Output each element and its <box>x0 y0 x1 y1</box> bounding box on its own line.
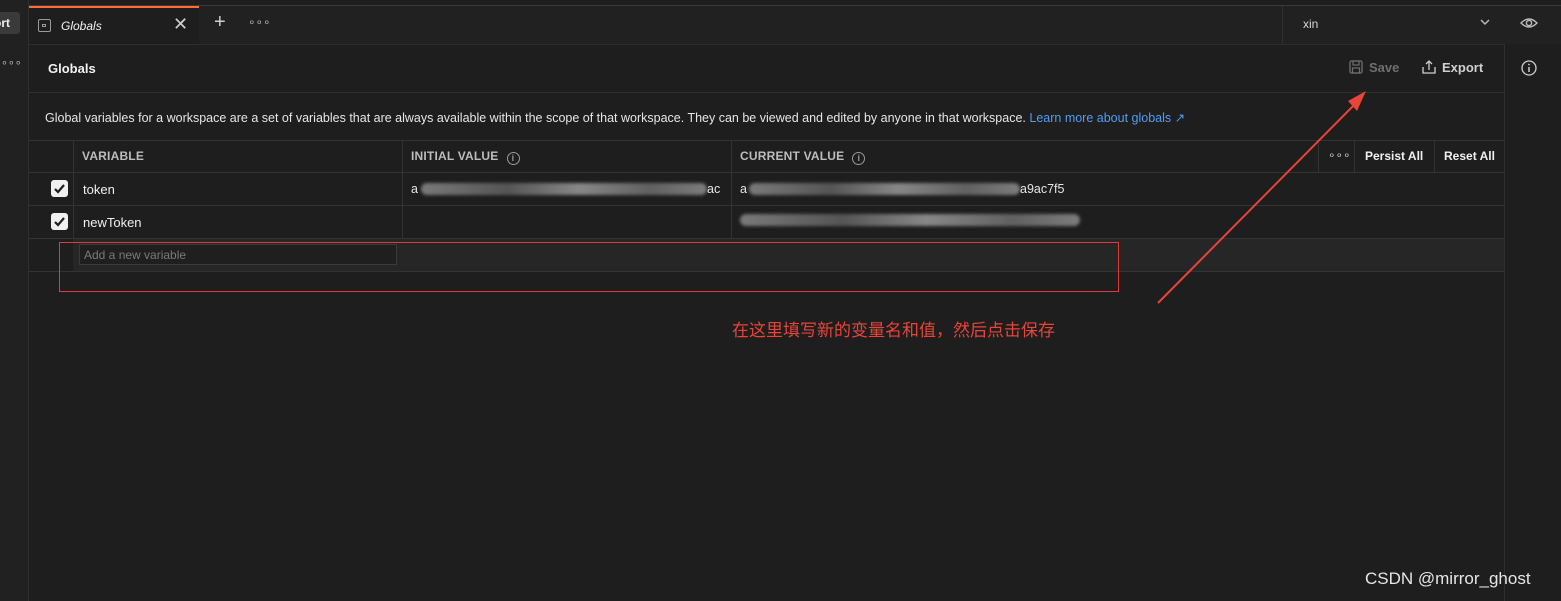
plus-icon[interactable]: + <box>214 11 226 34</box>
redacted-value <box>749 183 1020 195</box>
annotation-text: 在这里填写新的变量名和值，然后点击保存 <box>732 321 1055 340</box>
column-header-label: CURRENT VALUE <box>740 149 845 163</box>
info-icon[interactable]: i <box>852 152 866 165</box>
divider <box>1282 6 1283 44</box>
chevron-down-icon[interactable] <box>1478 15 1492 29</box>
eye-icon[interactable] <box>1519 15 1539 31</box>
left-more-icon[interactable]: ∘∘∘ <box>1 56 22 69</box>
annotation-arrow <box>1157 91 1366 304</box>
globe-tab-icon <box>38 19 51 32</box>
right-side-panel <box>1504 44 1561 601</box>
page-title: Globals <box>48 61 96 76</box>
export-icon <box>1422 60 1436 74</box>
variable-name[interactable]: token <box>83 182 115 197</box>
watermark: CSDN @mirror_ghost <box>1365 569 1531 588</box>
redacted-value <box>421 183 707 195</box>
globals-description: Global variables for a workspace are a s… <box>45 110 1185 125</box>
save-icon <box>1349 60 1363 74</box>
reset-all-button[interactable]: Reset All <box>1444 149 1495 163</box>
tab-bar: Globals ✕ + ∘∘∘ xin <box>29 5 1561 45</box>
checkbox-checked-icon[interactable] <box>51 180 68 197</box>
save-label: Save <box>1369 60 1400 75</box>
initial-value-start: a <box>411 182 418 196</box>
column-header-variable: VARIABLE <box>82 149 145 163</box>
redacted-value <box>740 214 1080 226</box>
column-header-current-value: CURRENT VALUE i <box>740 149 866 165</box>
export-label: Export <box>1442 60 1484 75</box>
tab-label: Globals <box>61 19 102 33</box>
description-text: Global variables for a workspace are a s… <box>45 111 1026 125</box>
highlight-box <box>59 242 1119 292</box>
current-value-start: a <box>740 182 747 196</box>
tab-globals[interactable]: Globals ✕ <box>29 6 199 44</box>
checkbox-checked-icon[interactable] <box>51 213 68 230</box>
variable-name[interactable]: newToken <box>83 215 142 230</box>
more-icon[interactable]: ∘∘∘ <box>248 15 271 29</box>
info-icon[interactable] <box>1521 60 1537 76</box>
current-value-end: a9ac7f5 <box>1020 182 1065 196</box>
environment-selector[interactable]: xin <box>1303 17 1318 31</box>
left-strip-button[interactable]: ort <box>0 12 20 34</box>
left-sidebar-strip <box>0 0 29 601</box>
close-icon[interactable]: ✕ <box>173 14 188 35</box>
column-header-label: INITIAL VALUE <box>411 149 499 163</box>
info-icon[interactable]: i <box>506 152 520 165</box>
initial-value-end: ac <box>707 182 721 196</box>
table-border <box>1434 140 1435 173</box>
column-header-initial-value: INITIAL VALUE i <box>411 149 520 165</box>
